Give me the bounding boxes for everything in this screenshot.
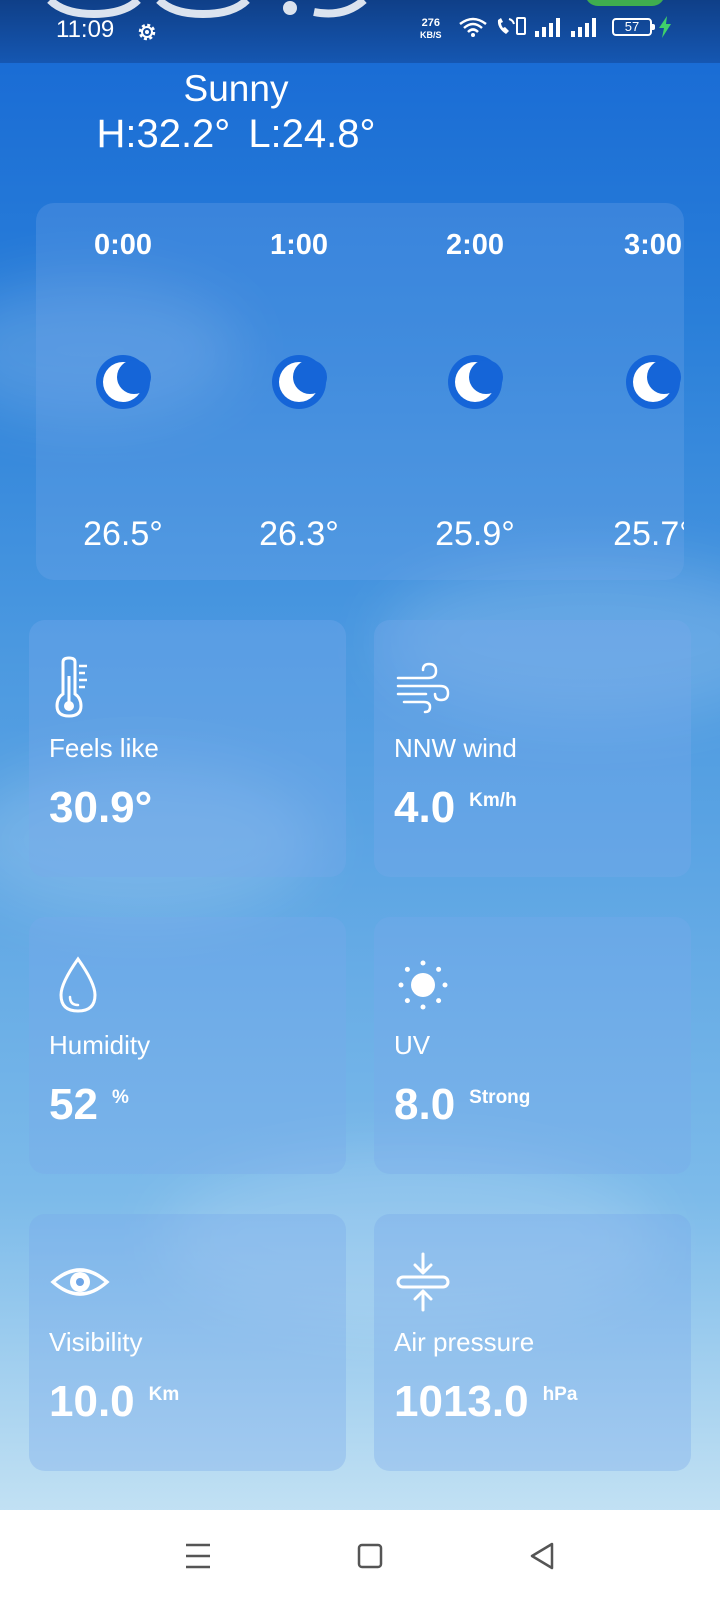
hour-temperature: 25.7° <box>613 515 684 553</box>
wifi-icon <box>459 17 487 37</box>
feels-like-card[interactable]: Feels like 30.9° <box>29 620 346 877</box>
moon-icon <box>626 355 681 409</box>
air-pressure-value: 1013.0 hPa <box>394 1377 577 1427</box>
uv-number: 8.0 <box>394 1080 456 1129</box>
uv-value: 8.0 Strong <box>394 1080 530 1130</box>
visibility-number: 10.0 <box>49 1377 135 1426</box>
hour-time: 0:00 <box>93 229 153 261</box>
moon-icon <box>272 355 327 409</box>
visibility-label: Visibility <box>49 1327 143 1357</box>
hour-temperature: 26.5° <box>83 515 163 553</box>
signal-icon <box>535 18 560 37</box>
droplet-icon <box>59 956 97 1013</box>
humidity-label: Humidity <box>49 1030 151 1060</box>
humidity-number: 52 <box>49 1080 98 1129</box>
status-bar: 11:09 276 KB/S 57 <box>0 0 720 63</box>
humidity-card[interactable]: Humidity 52 % <box>29 917 346 1174</box>
hourly-forecast-item: 0:00 26.5° <box>36 203 213 580</box>
sun-icon <box>398 960 448 1010</box>
network-speed-unit: KB/S <box>420 30 442 40</box>
network-speed: 276 KB/S <box>420 17 442 41</box>
gear-icon <box>138 23 156 41</box>
home-icon[interactable] <box>350 1536 390 1576</box>
hourly-forecast-panel[interactable]: 0:00 26.5° 1:00 26.3° 2:00 25.9° 3:00 25… <box>36 203 684 580</box>
uv-label: UV <box>394 1030 431 1060</box>
wind-card[interactable]: NNW wind 4.0 Km/h <box>374 620 691 877</box>
volte-call-icon <box>497 17 526 35</box>
air-pressure-unit: hPa <box>542 1384 578 1405</box>
toggle-partial <box>585 0 665 6</box>
eye-icon <box>50 1268 110 1296</box>
network-speed-value: 276 <box>421 17 440 29</box>
hour-time: 3:00 <box>623 229 683 261</box>
charging-icon <box>659 16 671 38</box>
status-time: 11:09 <box>56 16 115 43</box>
air-pressure-card[interactable]: Air pressure 1013.0 hPa <box>374 1214 691 1471</box>
air-pressure-label: Air pressure <box>394 1327 535 1357</box>
status-icons: 57 <box>458 16 672 38</box>
weather-condition: Sunny <box>183 68 289 109</box>
moon-icon <box>448 355 503 409</box>
back-icon[interactable] <box>522 1536 562 1576</box>
system-navigation-bar <box>0 1510 720 1600</box>
weather-screen: 11:09 276 KB/S 57 Sunny H:32.2° L:24.8° … <box>0 0 720 1600</box>
hourly-forecast-item: 1:00 26.3° <box>209 203 389 580</box>
menu-icon[interactable] <box>178 1536 218 1576</box>
wind-icon <box>396 662 450 714</box>
wind-label: NNW wind <box>394 733 517 763</box>
humidity-unit: % <box>111 1087 129 1108</box>
hour-temperature: 25.9° <box>435 515 515 553</box>
feels-like-label: Feels like <box>49 733 159 763</box>
visibility-value: 10.0 Km <box>49 1377 179 1427</box>
wind-value: 4.0 Km/h <box>394 783 517 833</box>
moon-icon <box>96 355 151 409</box>
uv-level: Strong <box>469 1087 531 1108</box>
hour-time: 1:00 <box>269 229 329 261</box>
high-temperature: H:32.2° <box>96 112 231 156</box>
feels-like-number: 30.9° <box>49 783 153 832</box>
low-temperature: L:24.8° <box>248 112 376 156</box>
hourly-forecast-item: 3:00 25.7° <box>563 203 684 580</box>
uv-card[interactable]: UV 8.0 Strong <box>374 917 691 1174</box>
hourly-forecast-item: 2:00 25.9° <box>385 203 565 580</box>
battery-level: 57 <box>624 19 640 34</box>
visibility-card[interactable]: Visibility 10.0 Km <box>29 1214 346 1471</box>
visibility-unit: Km <box>148 1384 180 1405</box>
pressure-icon <box>396 1252 450 1312</box>
hour-time: 2:00 <box>445 229 505 261</box>
signal-icon <box>571 18 596 37</box>
feels-like-value: 30.9° <box>49 783 152 833</box>
high-low-temperature: H:32.2° L:24.8° <box>0 112 472 157</box>
humidity-value: 52 % <box>49 1080 129 1130</box>
battery-icon: 57 <box>612 18 655 36</box>
wind-number: 4.0 <box>394 783 456 832</box>
thermometer-icon <box>55 656 87 718</box>
wind-unit: Km/h <box>469 790 517 811</box>
air-pressure-number: 1013.0 <box>394 1377 529 1426</box>
hour-temperature: 26.3° <box>259 515 339 553</box>
